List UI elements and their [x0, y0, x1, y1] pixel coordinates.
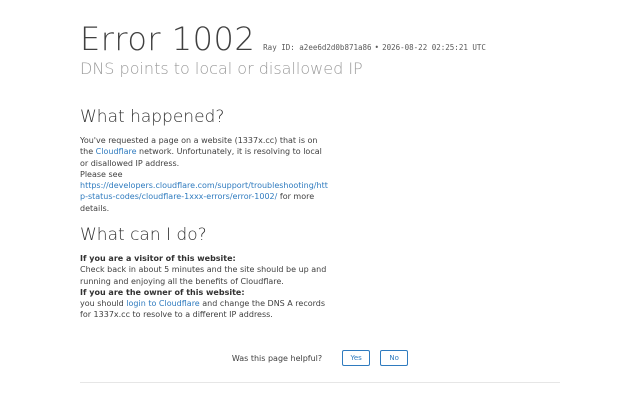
- no-button[interactable]: No: [380, 350, 409, 366]
- owner-heading: If you are the owner of this website:: [80, 287, 245, 297]
- visitor-text: Check back in about 5 minutes and the si…: [80, 265, 327, 286]
- what-happened-text: You've requested a page on a website (13…: [80, 135, 330, 214]
- what-can-i-do-text: If you are a visitor of this website: Ch…: [80, 253, 330, 321]
- visitor-heading: If you are a visitor of this website:: [80, 254, 236, 263]
- what-happened-section: What happened? You've requested a page o…: [80, 107, 330, 214]
- what-happened-heading: What happened?: [80, 107, 225, 127]
- what-can-i-do-heading: What can I do?: [80, 225, 207, 245]
- owner-text-start: you should: [80, 299, 127, 309]
- error-subtitle: DNS points to local or disallowed IP: [80, 59, 363, 78]
- error-title: Error 1002: [80, 20, 256, 58]
- error-header: Error 1002 Ray ID: a2ee6d2d0b871a86 • 2026…: [80, 20, 560, 58]
- feedback-question: Was this page helpful?: [231, 353, 323, 363]
- login-link[interactable]: login to Cloudflare: [126, 299, 199, 308]
- cloudflare-link[interactable]: Cloudflare: [96, 147, 137, 156]
- footer-divider: [80, 382, 560, 383]
- ray-separator: •: [374, 43, 380, 52]
- error-page: Error 1002 Ray ID: a2ee6d2d0b871a86 • 2026…: [80, 20, 560, 383]
- ray-id-value: a2ee6d2d0b871a86: [299, 43, 372, 52]
- feedback-bar: Was this page helpful? Yes No: [80, 350, 560, 366]
- error-timestamp: 2026-08-22 02:25:21 UTC: [382, 43, 486, 52]
- what-can-i-do-section: What can I do? If you are a visitor of t…: [80, 225, 330, 321]
- ray-id-info: Ray ID: a2ee6d2d0b871a86 • 2026-08-22 02:2…: [263, 43, 486, 52]
- please-see-text: Please see: [80, 169, 123, 179]
- ray-id-label: Ray ID:: [263, 43, 295, 52]
- yes-button[interactable]: Yes: [342, 350, 371, 366]
